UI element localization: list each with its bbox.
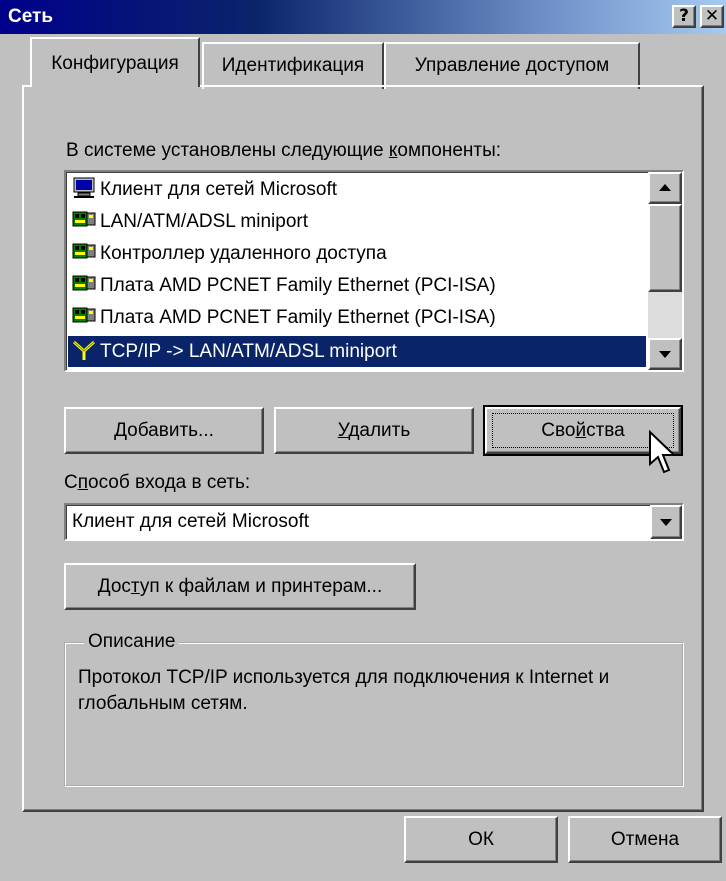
list-item[interactable]: LAN/ATM/ADSL miniport: [68, 206, 646, 237]
logon-method-value: Клиент для сетей Microsoft: [72, 511, 309, 532]
dropdown-button[interactable]: [650, 505, 682, 539]
network-client-icon: [72, 177, 96, 199]
network-adapter-icon: [72, 273, 96, 295]
description-text: Протокол TCP/IP используется для подключ…: [78, 667, 610, 714]
list-item[interactable]: Плата AMD PCNET Family Ethernet (PCI-ISA…: [68, 270, 646, 301]
add-button[interactable]: Добавить...: [64, 407, 264, 454]
tab-access-control[interactable]: Управление доступом: [384, 42, 640, 89]
components-label: В системе установлены следующие компонен…: [66, 140, 502, 161]
network-adapter-icon: [72, 305, 96, 327]
file-printer-sharing-button[interactable]: Доступ к файлам и принтерам...: [64, 563, 416, 610]
arrow-up-icon: [659, 184, 671, 191]
protocol-icon: [72, 339, 96, 361]
logon-method-label: Способ входа в сеть:: [64, 472, 251, 493]
arrow-down-icon: [659, 351, 671, 358]
tab-configuration[interactable]: Конфигурация: [30, 37, 200, 87]
network-adapter-icon: [72, 241, 96, 263]
properties-focus-rect: Свойства: [492, 413, 674, 448]
list-item[interactable]: Клиент для сетей Microsoft: [68, 174, 646, 205]
window-title: Сеть: [8, 6, 54, 27]
remove-button[interactable]: Удалить: [274, 407, 474, 454]
logon-method-select[interactable]: Клиент для сетей Microsoft: [64, 503, 684, 541]
mouse-cursor-icon: [649, 430, 677, 474]
title-bar: Сеть ? ✕: [0, 0, 726, 34]
list-item[interactable]: Плата AMD PCNET Family Ethernet (PCI-ISA…: [68, 302, 646, 333]
components-list[interactable]: Клиент для сетей Microsoft LAN/ATM/ADSL …: [64, 170, 684, 372]
list-scrollbar[interactable]: [648, 172, 682, 370]
scroll-thumb[interactable]: [648, 204, 682, 292]
network-adapter-icon: [72, 209, 96, 231]
scroll-down-button[interactable]: [648, 338, 682, 370]
chevron-down-icon: [660, 519, 672, 526]
list-item[interactable]: Контроллер удаленного доступа: [68, 238, 646, 269]
ok-button[interactable]: ОК: [404, 816, 558, 863]
tab-identification[interactable]: Идентификация: [202, 42, 384, 89]
close-button[interactable]: ✕: [700, 5, 724, 28]
list-item[interactable]: TCP/IP -> LAN/ATM/ADSL miniport: [68, 336, 646, 367]
description-title: Описание: [84, 631, 180, 653]
help-button[interactable]: ?: [672, 5, 696, 28]
cancel-button[interactable]: Отмена: [568, 816, 722, 863]
scroll-up-button[interactable]: [648, 172, 682, 204]
